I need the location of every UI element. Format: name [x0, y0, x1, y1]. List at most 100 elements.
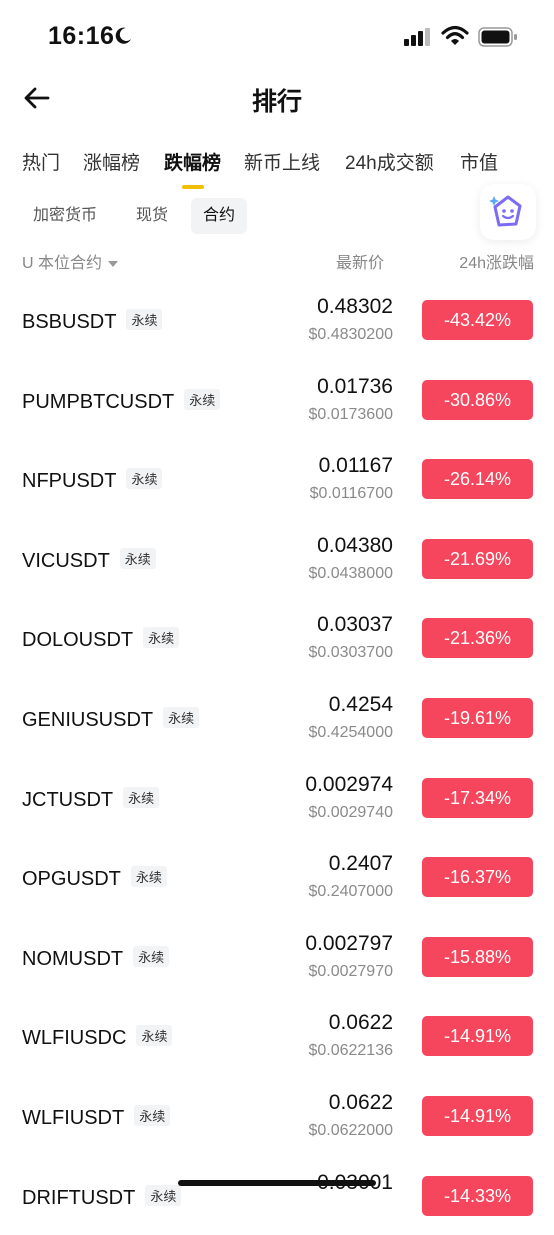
perpetual-tag: 永续 [134, 1104, 171, 1126]
status-bar: 16:16 [0, 0, 554, 74]
perpetual-tag: 永续 [126, 309, 163, 330]
table-row[interactable]: GENIUSUSDT 永续 0.4254 $0.4254000 -19.61% [0, 678, 554, 758]
home-indicator [178, 1180, 376, 1186]
last-price: 0.03037 [317, 613, 393, 637]
tab-24h-volume[interactable]: 24h成交额 [345, 148, 434, 175]
last-price: 0.2407 [328, 852, 393, 876]
change-badge[interactable]: -15.88% [422, 936, 533, 977]
tab-market-cap[interactable]: 市值 [460, 148, 498, 175]
subtab-spot[interactable]: 现货 [124, 198, 180, 234]
last-price: 0.4254 [328, 692, 393, 716]
perpetual-tag: 永续 [126, 468, 163, 490]
caret-down-icon [108, 260, 119, 267]
usd-price: $0.2407000 [308, 883, 393, 901]
perpetual-tag: 永续 [119, 547, 156, 569]
page-title: 排行 [251, 88, 302, 116]
tab-losers[interactable]: 跌幅榜 [164, 148, 221, 175]
subtab-futures[interactable]: 合约 [191, 198, 248, 234]
symbol-name: WLFIUSDT [22, 1106, 125, 1129]
usd-price: $0.0622136 [308, 1042, 393, 1060]
table-row[interactable]: WLFIUSDT 永续 0.0622 $0.0622000 -14.91% [0, 1076, 554, 1156]
table-row[interactable]: WLFIUSDC 永续 0.0622 $0.0622136 -14.91% [0, 996, 554, 1076]
market-type-tabs: 加密货币 现货 合约 [0, 198, 554, 242]
change-badge[interactable]: -21.36% [422, 618, 533, 659]
change-badge[interactable]: -21.69% [422, 538, 533, 579]
subtab-crypto[interactable]: 加密货币 [21, 198, 109, 234]
change-badge[interactable]: -17.34% [422, 777, 533, 818]
cellular-signal-icon [404, 28, 430, 46]
perpetual-tag: 永续 [163, 706, 200, 728]
last-price: 0.0622 [328, 1011, 393, 1035]
ranking-list: BSBUSDT 永续 0.48302 $0.4830200 -43.42% PUM… [0, 280, 554, 1235]
nav-bar: 排行 [0, 74, 554, 122]
symbol-name: NFPUSDT [22, 470, 117, 493]
sort-by-price[interactable]: 最新价 [336, 249, 384, 273]
change-badge[interactable]: -30.86% [422, 379, 533, 420]
symbol-name: NOMUSDT [22, 947, 124, 970]
perpetual-tag: 永续 [123, 786, 160, 808]
change-badge[interactable]: -14.91% [422, 1095, 533, 1136]
wifi-icon [441, 25, 469, 45]
table-row[interactable]: NFPUSDT 永续 0.01167 $0.0116700 -26.14% [0, 439, 554, 519]
last-price: 0.01167 [318, 454, 393, 478]
last-price: 0.0622 [328, 1090, 393, 1114]
symbol-name: VICUSDT [22, 549, 110, 572]
tab-new-listings[interactable]: 新币上线 [244, 148, 320, 175]
perpetual-tag: 永续 [184, 388, 221, 410]
change-badge[interactable]: -14.33% [422, 1175, 533, 1216]
table-row[interactable]: DOLOUSDT 永续 0.03037 $0.0303700 -21.36% [0, 598, 554, 678]
usd-price: $0.0173600 [308, 405, 393, 423]
table-row[interactable]: OPGUSDT 永续 0.2407 $0.2407000 -16.37% [0, 837, 554, 917]
symbol-name: JCTUSDT [22, 788, 114, 811]
usd-price: $0.4830200 [308, 326, 393, 343]
ranking-tabs: 热门 涨幅榜 跌幅榜 新币上线 24h成交额 市值 [0, 140, 554, 190]
symbol-name: GENIUSUSDT [22, 708, 154, 731]
change-badge[interactable]: -14.91% [422, 1016, 533, 1057]
table-row[interactable]: JCTUSDT 永续 0.002974 $0.0029740 -17.34% [0, 758, 554, 838]
perpetual-tag: 永续 [145, 1184, 182, 1206]
last-price: 0.002797 [305, 931, 393, 955]
sparkle-assistant-icon [489, 195, 522, 227]
moon-icon [115, 27, 131, 44]
tab-hot[interactable]: 热门 [22, 148, 60, 175]
symbol-name: BSBUSDT [22, 311, 117, 333]
last-price: 0.04380 [317, 533, 393, 557]
perpetual-tag: 永续 [143, 627, 180, 649]
symbol-name: DOLOUSDT [22, 629, 134, 652]
tab-gainers[interactable]: 涨幅榜 [83, 148, 140, 175]
table-row[interactable]: NOMUSDT 永续 0.002797 $0.0027970 -15.88% [0, 917, 554, 997]
usd-price: $0.0622000 [308, 1121, 393, 1139]
list-header: U 本位合约 最新价 24h涨跌幅 [0, 246, 554, 276]
usd-price: $0.4254000 [308, 723, 393, 741]
usd-price: $0.0116700 [309, 485, 393, 503]
battery-icon [478, 27, 517, 47]
perpetual-tag: 永续 [130, 866, 167, 888]
last-price: 0.48302 [317, 295, 393, 318]
change-badge[interactable]: -19.61% [422, 697, 533, 738]
symbol-name: WLFIUSDC [22, 1027, 127, 1050]
table-row[interactable]: BSBUSDT 永续 0.48302 $0.4830200 -43.42% [0, 280, 554, 360]
sort-by-change[interactable]: 24h涨跌幅 [459, 249, 534, 273]
contract-type-filter[interactable]: U 本位合约 [22, 249, 119, 273]
contract-type-label: U 本位合约 [22, 255, 103, 272]
symbol-name: OPGUSDT [22, 868, 121, 891]
symbol-name: PUMPBTCUSDT [22, 390, 175, 413]
usd-price: $0.0438000 [308, 564, 393, 582]
change-badge[interactable]: -26.14% [422, 459, 533, 500]
table-row[interactable]: PUMPBTCUSDT 永续 0.01736 $0.0173600 -30.86% [0, 360, 554, 440]
symbol-name: DRIFTUSDT [22, 1186, 136, 1209]
change-badge[interactable]: -16.37% [422, 857, 533, 898]
table-row[interactable]: DRIFTUSDT永续 0.03001 -14.33% [0, 1156, 554, 1235]
usd-price: $0.0029740 [308, 803, 393, 821]
perpetual-tag: 永续 [133, 945, 170, 967]
perpetual-tag: 永续 [136, 1025, 173, 1047]
usd-price: $0.0027970 [308, 962, 393, 980]
assistant-button[interactable] [480, 184, 536, 240]
last-price: 0.01736 [317, 374, 393, 398]
change-badge[interactable]: -43.42% [422, 300, 533, 340]
status-time: 16:16 [48, 22, 115, 50]
active-tab-indicator [182, 185, 204, 189]
usd-price: $0.0303700 [308, 644, 393, 662]
table-row[interactable]: VICUSDT 永续 0.04380 $0.0438000 -21.69% [0, 519, 554, 599]
last-price: 0.002974 [305, 772, 393, 796]
